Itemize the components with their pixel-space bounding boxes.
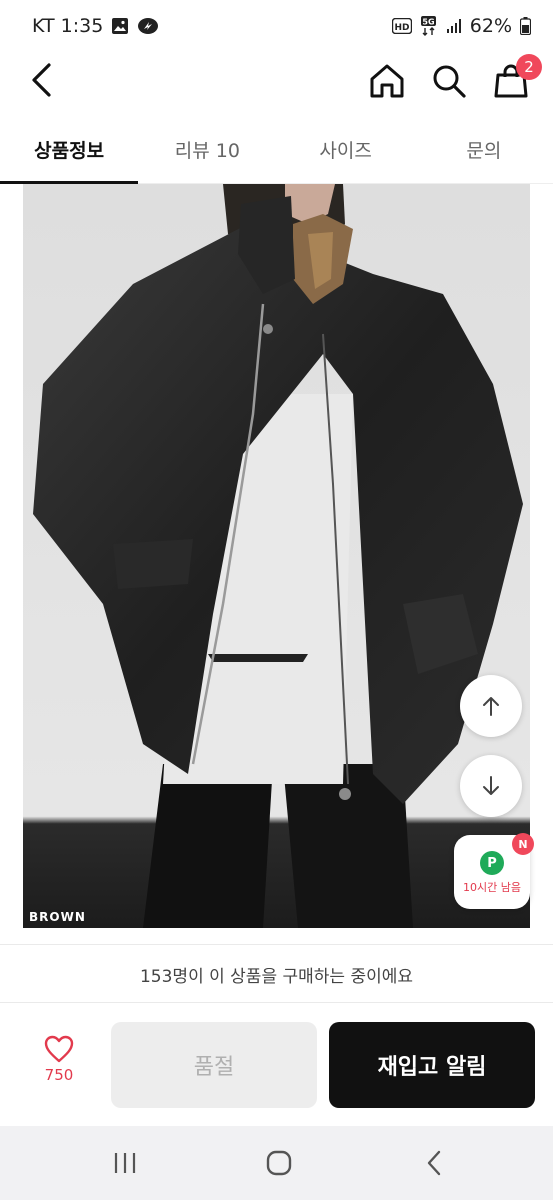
back-arrow-icon <box>32 63 51 97</box>
point-icon: P <box>480 851 504 875</box>
recent-apps-button[interactable] <box>103 1146 147 1180</box>
tab-inquiry[interactable]: 문의 <box>415 118 553 183</box>
divider <box>0 944 553 945</box>
product-tabs: 상품정보 리뷰 10 사이즈 문의 <box>0 118 553 184</box>
gallery-notification-icon <box>111 17 129 35</box>
product-photo: BROWN <box>23 184 530 928</box>
search-button[interactable] <box>428 60 470 102</box>
back-button[interactable] <box>22 60 62 100</box>
leather-jacket-photo <box>23 184 530 928</box>
app-bar: 2 <box>0 52 553 110</box>
system-nav-bar <box>0 1126 553 1200</box>
5g-text: 5G <box>422 18 434 27</box>
tab-reviews[interactable]: 리뷰 10 <box>138 118 276 183</box>
status-left: KT 1:35 <box>32 15 159 37</box>
point-time-remaining: 10시간 남음 <box>463 881 521 894</box>
hd-text: HD <box>394 23 409 33</box>
system-back-icon <box>427 1150 441 1176</box>
tab-size[interactable]: 사이즈 <box>277 118 415 183</box>
carrier-time: KT 1:35 <box>32 15 104 37</box>
hd-voice-icon: HD <box>391 18 412 34</box>
like-count: 750 <box>44 1066 74 1084</box>
system-back-button[interactable] <box>412 1146 456 1180</box>
heart-icon <box>44 1035 74 1063</box>
signal-icon <box>446 18 462 34</box>
home-icon <box>370 64 404 98</box>
search-icon <box>433 65 466 98</box>
new-badge: N <box>512 833 534 855</box>
soldout-button[interactable]: 품절 <box>111 1022 317 1108</box>
system-home-button[interactable] <box>257 1146 301 1180</box>
arrow-down-icon <box>483 776 499 795</box>
tab-product-info[interactable]: 상품정보 <box>0 118 139 184</box>
scroll-down-button[interactable] <box>460 755 522 817</box>
color-label: BROWN <box>29 910 86 924</box>
5g-network-icon: 5G <box>420 16 438 36</box>
cart-count-badge: 2 <box>516 54 542 80</box>
buying-now-info: 153명이 이 상품을 구매하는 중이에요 <box>139 966 414 987</box>
battery-icon <box>520 17 531 35</box>
status-right: HD 5G 62% <box>391 15 531 37</box>
arrow-up-icon <box>483 697 499 716</box>
like-button[interactable]: 750 <box>24 1034 94 1098</box>
purchase-action-bar: 750 품절 재입고 알림 <box>0 1004 553 1124</box>
battery-percent: 62% <box>469 15 512 37</box>
messenger-notification-icon <box>137 17 159 35</box>
restock-alert-button[interactable]: 재입고 알림 <box>329 1022 535 1108</box>
status-bar: KT 1:35 HD 5G 62% <box>0 0 553 52</box>
divider <box>0 1002 553 1003</box>
scroll-up-button[interactable] <box>460 675 522 737</box>
home-button[interactable] <box>366 60 408 102</box>
recent-apps-icon <box>114 1153 136 1173</box>
system-home-icon <box>266 1150 292 1176</box>
